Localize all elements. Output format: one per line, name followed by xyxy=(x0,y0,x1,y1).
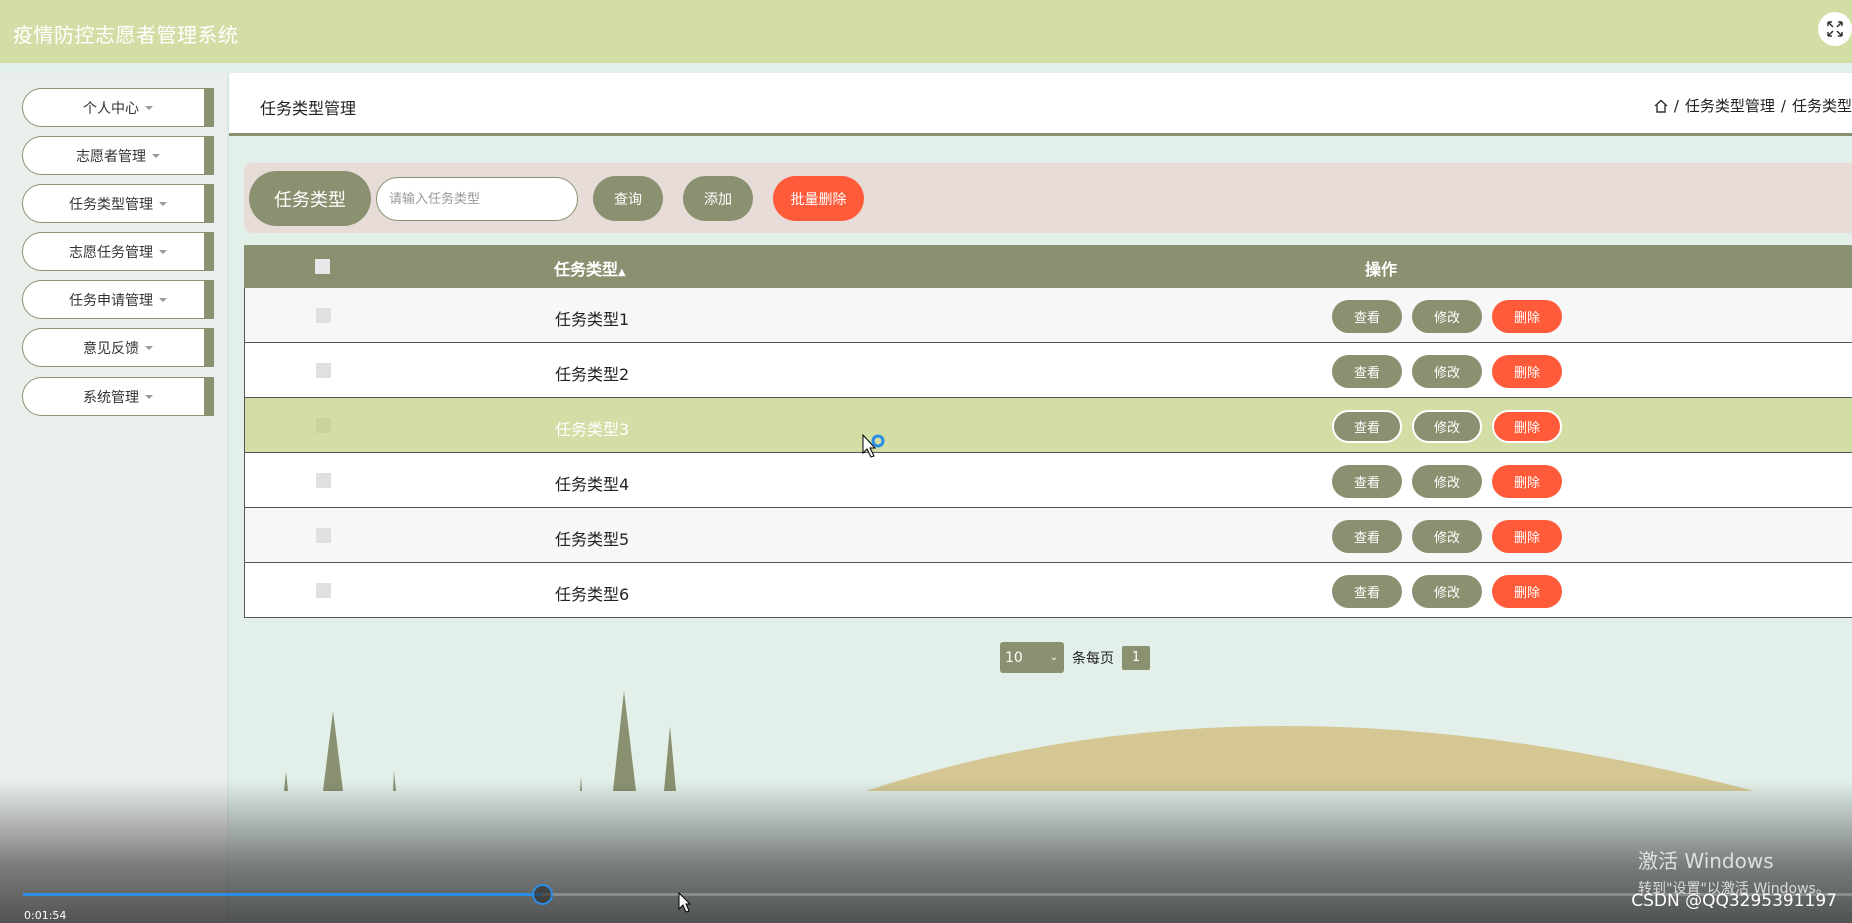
column-header-actions: 操作 xyxy=(1365,260,1398,279)
edit-button[interactable]: 修改 xyxy=(1412,465,1482,498)
row-checkbox[interactable] xyxy=(316,363,331,378)
view-button[interactable]: 查看 xyxy=(1332,465,1402,498)
task-type-cell: 任务类型6 xyxy=(555,585,630,604)
header-divider xyxy=(0,63,1852,73)
delete-button[interactable]: 删除 xyxy=(1492,465,1562,498)
table-row-hovered: 任务类型3 查看 修改 删除 xyxy=(244,398,1852,453)
edit-button[interactable]: 修改 xyxy=(1412,520,1482,553)
chevron-down-icon xyxy=(159,297,167,302)
sidebar-item-volunteer-task-management[interactable]: 志愿任务管理 xyxy=(22,232,214,271)
expand-icon xyxy=(1827,21,1843,37)
chevron-down-icon xyxy=(159,249,167,254)
video-progress-bar[interactable] xyxy=(23,884,1852,905)
search-label: 任务类型 xyxy=(249,171,371,226)
row-checkbox[interactable] xyxy=(316,528,331,543)
query-button[interactable]: 查询 xyxy=(593,176,663,221)
task-type-cell: 任务类型3 xyxy=(555,420,630,439)
table-row: 任务类型2 查看 修改 删除 xyxy=(244,343,1852,398)
add-button[interactable]: 添加 xyxy=(683,176,753,221)
view-button[interactable]: 查看 xyxy=(1332,410,1402,443)
view-button[interactable]: 查看 xyxy=(1332,300,1402,333)
delete-button[interactable]: 删除 xyxy=(1492,520,1562,553)
sidebar-item-label: 个人中心 xyxy=(83,100,139,117)
table-row: 任务类型5 查看 修改 删除 xyxy=(244,508,1852,563)
sidebar-item-personal-center[interactable]: 个人中心 xyxy=(22,88,214,127)
video-time: 0:01:54 xyxy=(24,909,67,922)
sidebar-item-label: 志愿者管理 xyxy=(76,148,146,165)
task-type-cell: 任务类型2 xyxy=(555,365,630,384)
breadcrumb: / 任务类型管理 / 任务类型 xyxy=(1654,95,1852,116)
app-title: 疫情防控志愿者管理系统 xyxy=(13,23,239,47)
sidebar-item-label: 任务申请管理 xyxy=(69,292,153,309)
row-checkbox[interactable] xyxy=(316,583,331,598)
table-row: 任务类型4 查看 修改 删除 xyxy=(244,453,1852,508)
view-button[interactable]: 查看 xyxy=(1332,520,1402,553)
breadcrumb-item[interactable]: 任务类型管理 xyxy=(1685,95,1775,116)
table-row: 任务类型1 查看 修改 删除 xyxy=(244,288,1852,343)
page-titlebar: 任务类型管理 / 任务类型管理 / 任务类型 xyxy=(229,73,1852,136)
video-controls-overlay xyxy=(0,780,1852,923)
row-checkbox[interactable] xyxy=(316,418,331,433)
view-button[interactable]: 查看 xyxy=(1332,355,1402,388)
view-button[interactable]: 查看 xyxy=(1332,575,1402,608)
select-all-checkbox[interactable] xyxy=(315,259,330,274)
app-header: 疫情防控志愿者管理系统 xyxy=(0,0,1852,63)
page-title: 任务类型管理 xyxy=(260,99,357,118)
expand-button[interactable] xyxy=(1818,12,1852,46)
delete-button[interactable]: 删除 xyxy=(1492,410,1562,443)
chevron-down-icon xyxy=(145,394,153,399)
sidebar-item-label: 任务类型管理 xyxy=(69,196,153,213)
sidebar-item-feedback[interactable]: 意见反馈 xyxy=(22,328,214,367)
cursor-icon xyxy=(678,892,692,913)
watermark: CSDN @QQ3295391197 xyxy=(1631,891,1837,911)
table-header: 任务类型▲ 操作 xyxy=(244,245,1852,288)
page-size-select[interactable]: 10 ⌄ xyxy=(1000,642,1064,673)
chevron-down-icon xyxy=(159,201,167,206)
row-checkbox[interactable] xyxy=(316,473,331,488)
sidebar-item-system-management[interactable]: 系统管理 xyxy=(22,377,214,416)
delete-button[interactable]: 删除 xyxy=(1492,300,1562,333)
sidebar-item-label: 系统管理 xyxy=(83,389,139,406)
chevron-down-icon xyxy=(145,345,153,350)
sidebar-item-label: 志愿任务管理 xyxy=(69,244,153,261)
sort-icon[interactable]: ▲ xyxy=(618,267,626,278)
sidebar-item-volunteer-management[interactable]: 志愿者管理 xyxy=(22,136,214,175)
column-header-task-type[interactable]: 任务类型▲ xyxy=(554,256,626,280)
sidebar-item-task-application-management[interactable]: 任务申请管理 xyxy=(22,280,214,319)
breadcrumb-item[interactable]: 任务类型 xyxy=(1792,95,1852,116)
edit-button[interactable]: 修改 xyxy=(1412,575,1482,608)
edit-button[interactable]: 修改 xyxy=(1412,410,1482,443)
row-checkbox[interactable] xyxy=(316,308,331,323)
search-bar: 任务类型 查询 添加 批量删除 xyxy=(244,163,1852,233)
delete-button[interactable]: 删除 xyxy=(1492,575,1562,608)
table-row: 任务类型6 查看 修改 删除 xyxy=(244,563,1852,618)
task-type-cell: 任务类型4 xyxy=(555,475,630,494)
page-number[interactable]: 1 xyxy=(1122,645,1150,670)
per-page-label: 条每页 xyxy=(1072,650,1114,667)
delete-button[interactable]: 删除 xyxy=(1492,355,1562,388)
search-input[interactable] xyxy=(376,177,578,221)
sidebar-item-label: 意见反馈 xyxy=(83,340,139,357)
home-icon[interactable] xyxy=(1654,99,1668,113)
task-type-table: 任务类型▲ 操作 任务类型1 查看 修改 删除 任务类型2 查看 修改 删除 任… xyxy=(244,245,1852,618)
chevron-down-icon xyxy=(152,153,160,158)
sidebar-item-task-type-management[interactable]: 任务类型管理 xyxy=(22,184,214,223)
cursor-busy-icon xyxy=(862,434,885,458)
edit-button[interactable]: 修改 xyxy=(1412,355,1482,388)
chevron-down-icon: ⌄ xyxy=(1049,652,1058,663)
batch-delete-button[interactable]: 批量删除 xyxy=(773,176,864,221)
video-progress-fill xyxy=(23,893,543,896)
edit-button[interactable]: 修改 xyxy=(1412,300,1482,333)
task-type-cell: 任务类型1 xyxy=(555,310,630,329)
chevron-down-icon xyxy=(145,105,153,110)
task-type-cell: 任务类型5 xyxy=(555,530,630,549)
pagination: 10 ⌄ 条每页 1 xyxy=(1000,642,1150,673)
